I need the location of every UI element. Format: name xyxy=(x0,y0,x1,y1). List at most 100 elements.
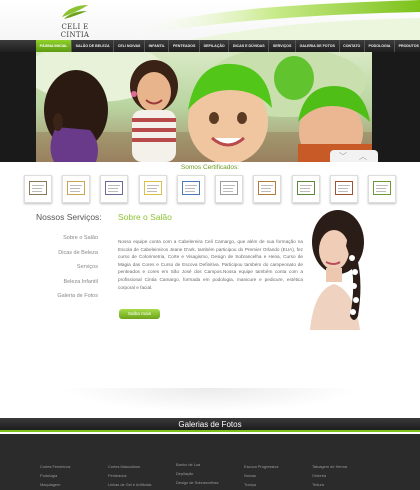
certificate-9-thumbnail[interactable] xyxy=(329,175,358,203)
certificate-10-thumbnail[interactable] xyxy=(367,175,396,203)
logo-text: CELI E CINTIA xyxy=(60,23,90,39)
certificate-text-line xyxy=(108,185,121,186)
saiba-mais-button[interactable]: Saiba mais xyxy=(119,309,160,319)
certificate-text-line xyxy=(223,191,234,192)
gallery-link[interactable]: Cortes Femininos xyxy=(40,462,110,471)
services-link-galeria[interactable]: Galeria de Fotos xyxy=(36,289,98,304)
about-title: Sobre o Salão xyxy=(118,212,172,222)
certificate-text-line xyxy=(261,188,272,189)
certificate-text-line xyxy=(299,191,310,192)
gallery-link[interactable]: Banho de Lua xyxy=(176,460,246,469)
banner-next-icon[interactable]: ︿ xyxy=(359,151,367,162)
certificate-5-thumbnail[interactable] xyxy=(176,175,205,203)
certificate-8-thumbnail[interactable] xyxy=(291,175,320,203)
nav-item-contato[interactable]: Contato xyxy=(340,40,365,52)
gallery-link[interactable]: Unhas de Gel e Artificiais xyxy=(108,480,178,489)
certificate-text-line xyxy=(184,188,195,189)
certificate-text-line xyxy=(70,188,81,189)
certificate-4-thumbnail[interactable] xyxy=(138,175,167,203)
nav-item-dicas[interactable]: Dicas e Dúvidas xyxy=(229,40,270,52)
gallery-column-1: Cortes Femininos Podologia Maquiagem xyxy=(40,462,110,490)
certificate-text-line xyxy=(184,185,197,186)
logo[interactable]: CELI E CINTIA xyxy=(50,3,100,39)
gallery-link[interactable]: Noivas xyxy=(244,471,314,480)
certificate-text-line xyxy=(261,191,272,192)
certificate-3-thumbnail[interactable] xyxy=(100,175,129,203)
gallery-column-4: Escova Progressiva Noivas Trança xyxy=(244,462,314,490)
banner-prev-icon[interactable]: ﹀ xyxy=(339,151,347,162)
header-swoosh-decoration xyxy=(130,0,420,40)
certificate-text-line xyxy=(337,191,348,192)
gallery-link[interactable]: Escova Progressiva xyxy=(244,462,314,471)
certificate-text-line xyxy=(108,188,119,189)
gallery-link[interactable]: Ombréa xyxy=(312,471,382,480)
services-link-sobre[interactable]: Sobre o Salão xyxy=(36,231,98,246)
gallery-column-5: Tatuagem de Henna Ombréa Tintura xyxy=(312,462,382,490)
gallery-link[interactable]: Design de Sobrancelhas xyxy=(176,478,246,487)
certificate-text-line xyxy=(184,191,195,192)
certificate-text-line xyxy=(146,191,157,192)
certificate-text-line xyxy=(32,185,44,186)
certificate-text-line xyxy=(375,185,388,186)
gallery-link[interactable]: Podologia xyxy=(40,471,110,480)
about-text: Nosso equipe conta com a Cabelereira Cel… xyxy=(118,239,303,290)
certificate-text-line xyxy=(32,188,42,189)
banner-area xyxy=(0,52,420,162)
certificate-text-line xyxy=(299,188,310,189)
certificate-7-thumbnail[interactable] xyxy=(253,175,282,203)
nav-item-infantil[interactable]: Infantil xyxy=(145,40,170,52)
bride-portrait-image xyxy=(310,210,364,330)
nav-item-noivas[interactable]: Celi Noivas xyxy=(114,40,146,52)
gallery-column-3: Banho de Lua Depilação Design de Sobranc… xyxy=(176,460,246,488)
nav-item-produtos[interactable]: Produtos xyxy=(395,40,420,52)
certificate-text-line xyxy=(146,188,157,189)
nav-item-servicos[interactable]: Serviços xyxy=(269,40,296,52)
certificates-row xyxy=(24,175,396,205)
certificate-text-line xyxy=(108,191,119,192)
gallery-link[interactable]: Cortes Masculinos xyxy=(108,462,178,471)
certificate-text-line xyxy=(299,185,312,186)
services-link-servicos[interactable]: Serviços xyxy=(36,260,98,275)
header: CELI E CINTIA xyxy=(0,0,420,40)
logo-leaf-icon xyxy=(62,5,88,19)
banner-controls: ﹀ ︿ xyxy=(330,150,378,162)
services-link-dicas[interactable]: Dicas de Beleza xyxy=(36,246,98,261)
certificate-text-line xyxy=(337,188,348,189)
nav-item-depilacao[interactable]: Depilação xyxy=(200,40,230,52)
banner-kids-illustration xyxy=(36,52,372,162)
services-title: Nossos Serviços: xyxy=(36,212,102,222)
gallery-link[interactable]: Trança xyxy=(244,480,314,489)
nav-item-podologia[interactable]: Podologia xyxy=(365,40,396,52)
services-list: Sobre o Salão Dicas de Beleza Serviços B… xyxy=(36,231,98,304)
gallery-link[interactable]: Tatuagem de Henna xyxy=(312,462,382,471)
certificate-text-line xyxy=(375,191,386,192)
nav-item-galeria[interactable]: Galeria de Fotos xyxy=(296,40,340,52)
gallery-link[interactable]: Depilação xyxy=(176,469,246,478)
content-divider xyxy=(60,388,360,412)
certificate-2-thumbnail[interactable] xyxy=(62,175,91,203)
gallery-link[interactable]: Maquiagem xyxy=(40,480,110,489)
certificate-6-thumbnail[interactable] xyxy=(215,175,244,203)
banner-slide-image[interactable] xyxy=(36,52,372,162)
nav-item-penteados[interactable]: Penteados xyxy=(169,40,200,52)
gallery-bar: Galerias de Fotos xyxy=(0,418,420,432)
gallery-link[interactable]: Penteados xyxy=(108,471,178,480)
certificate-text-line xyxy=(70,185,83,186)
gallery-column-2: Cortes Masculinos Penteados Unhas de Gel… xyxy=(108,462,178,490)
certificate-text-line xyxy=(70,191,81,192)
nav-item-inicio[interactable]: Página Inicial xyxy=(36,40,73,52)
certificate-1-thumbnail[interactable] xyxy=(24,175,52,203)
certificate-text-line xyxy=(261,185,274,186)
gallery-title: Galerias de Fotos xyxy=(178,420,242,429)
certificate-text-line xyxy=(375,188,386,189)
certificate-text-line xyxy=(32,191,42,192)
gallery-link[interactable]: Tintura xyxy=(312,480,382,489)
certificate-text-line xyxy=(146,185,159,186)
certificate-text-line xyxy=(223,185,236,186)
main-nav: Página Inicial Salão de Beleza Celi Noiv… xyxy=(0,40,420,52)
certificate-text-line xyxy=(337,185,350,186)
nav-item-salao[interactable]: Salão de Beleza xyxy=(72,40,115,52)
services-link-infantil[interactable]: Beleza Infantil xyxy=(36,275,98,290)
certificates-title: Somos Certificados: xyxy=(180,164,240,171)
certificate-text-line xyxy=(223,188,234,189)
